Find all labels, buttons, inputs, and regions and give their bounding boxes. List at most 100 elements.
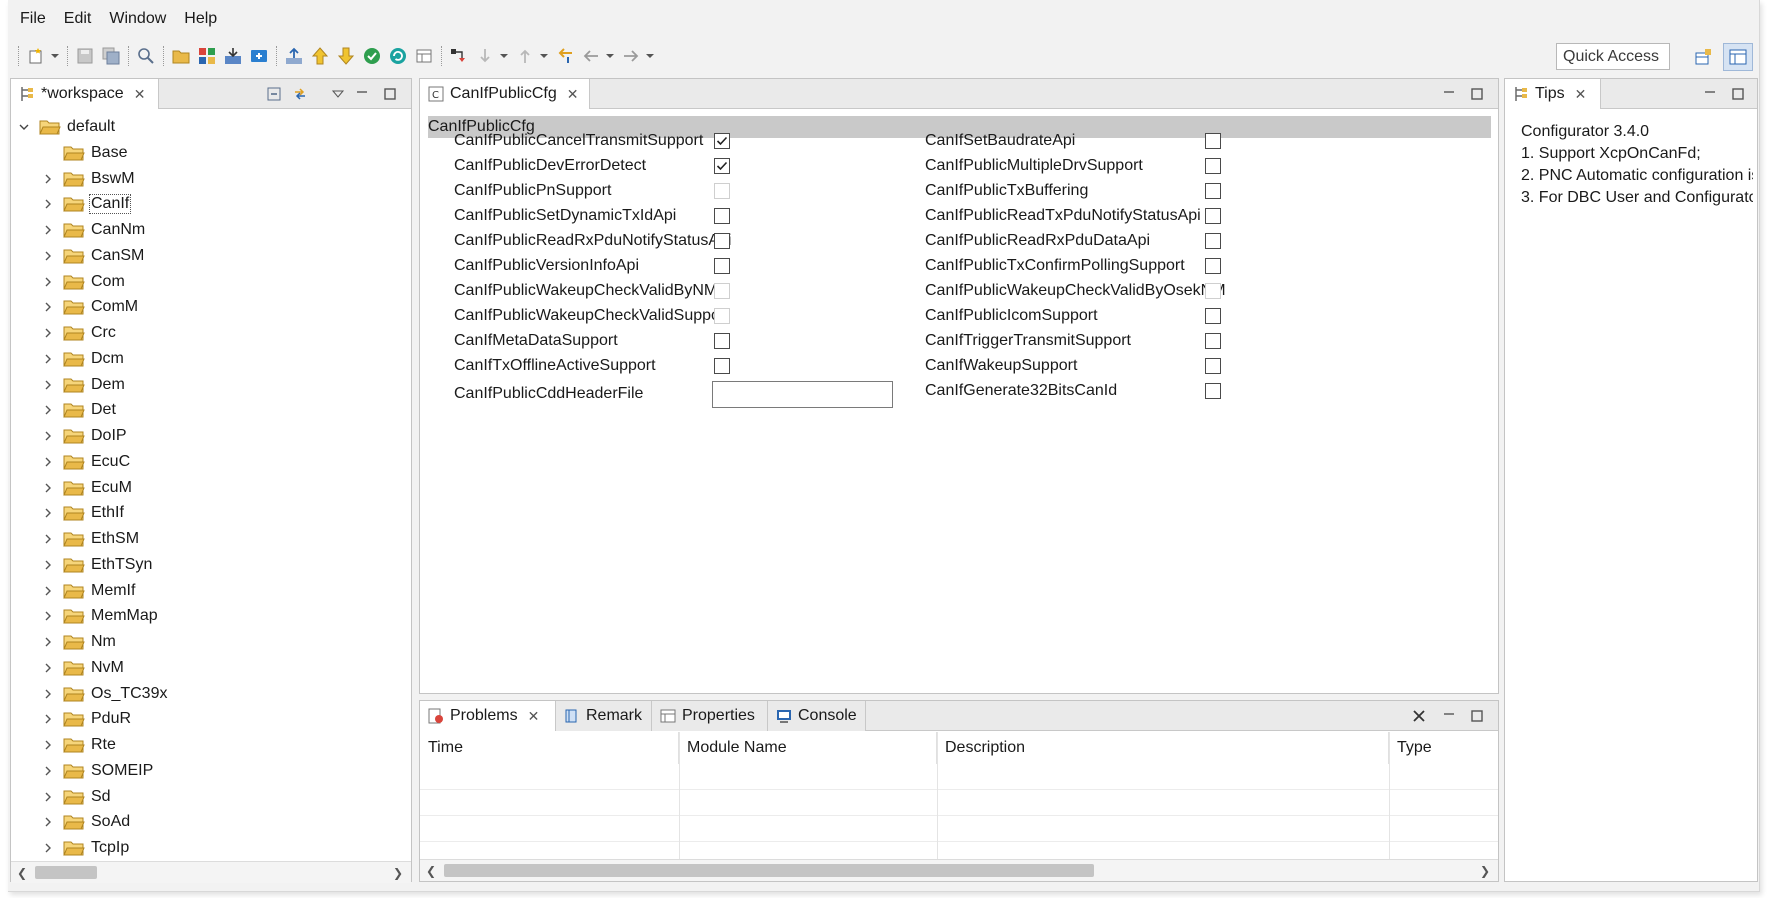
chevron-down-icon[interactable]: [498, 44, 510, 68]
tree-item[interactable]: Crc: [41, 320, 117, 346]
column-module-name[interactable]: Module Name: [679, 732, 937, 764]
tree-item[interactable]: EthSM: [41, 526, 140, 552]
validate-icon[interactable]: [360, 44, 384, 68]
tree-item[interactable]: Rte: [41, 732, 117, 758]
tree-item[interactable]: SoAd: [41, 809, 131, 835]
tab-canifpubliccfg[interactable]: C CanIfPublicCfg ✕: [420, 79, 590, 109]
param-checkbox[interactable]: [1205, 183, 1221, 199]
tree-item[interactable]: CanIf: [41, 191, 132, 217]
refresh-icon[interactable]: [386, 44, 410, 68]
maximize-icon[interactable]: [381, 85, 399, 103]
chevron-right-icon[interactable]: [41, 532, 55, 546]
param-checkbox[interactable]: [714, 333, 730, 349]
open-perspective-icon[interactable]: [1688, 43, 1718, 71]
tree-item[interactable]: ComM: [41, 294, 139, 320]
last-edit-icon[interactable]: [553, 44, 577, 68]
tree-item[interactable]: MemIf: [41, 578, 136, 604]
save-all-icon[interactable]: [99, 44, 123, 68]
workspace-horizontal-scrollbar[interactable]: ❮ ❯: [11, 861, 411, 883]
param-checkbox[interactable]: [1205, 383, 1221, 399]
close-icon[interactable]: ✕: [134, 86, 146, 103]
view-menu-icon[interactable]: [329, 85, 347, 103]
chevron-right-icon[interactable]: [41, 249, 55, 263]
tab-problems[interactable]: Problems ✕: [420, 701, 556, 731]
quick-access-input[interactable]: Quick Access: [1556, 43, 1670, 70]
scroll-left-icon[interactable]: ❮: [424, 863, 438, 879]
perspective-icon[interactable]: [1723, 43, 1753, 71]
scrollbar-thumb[interactable]: [35, 866, 97, 879]
chevron-right-icon[interactable]: [41, 712, 55, 726]
minimize-icon[interactable]: [1701, 85, 1719, 103]
param-checkbox[interactable]: [714, 233, 730, 249]
chevron-down-icon[interactable]: [538, 44, 550, 68]
tree-item[interactable]: Dem: [41, 372, 126, 398]
chevron-right-icon[interactable]: [41, 429, 55, 443]
tree-item[interactable]: NvM: [41, 655, 125, 681]
minimize-icon[interactable]: [1440, 85, 1458, 103]
scroll-right-icon[interactable]: ❯: [1478, 863, 1492, 879]
maximize-icon[interactable]: [1468, 85, 1486, 103]
chevron-down-icon[interactable]: [604, 44, 616, 68]
tree-item[interactable]: Dcm: [41, 346, 125, 372]
minimize-icon[interactable]: [1440, 707, 1458, 725]
scrollbar-thumb[interactable]: [444, 864, 1094, 877]
tree-item[interactable]: EcuM: [41, 475, 133, 501]
search-icon[interactable]: [134, 44, 158, 68]
table-row[interactable]: [420, 790, 1498, 816]
table-row[interactable]: [420, 764, 1498, 790]
menu-window[interactable]: Window: [107, 8, 168, 30]
param-checkbox[interactable]: [1205, 308, 1221, 324]
tree-item[interactable]: Os_TC39x: [41, 681, 168, 707]
param-checkbox[interactable]: [714, 258, 730, 274]
tree-item[interactable]: PduR: [41, 706, 132, 732]
link-with-editor-icon[interactable]: [291, 85, 309, 103]
chevron-right-icon[interactable]: [41, 609, 55, 623]
new-icon[interactable]: [24, 44, 48, 68]
clear-icon[interactable]: [1410, 707, 1428, 725]
tree-item[interactable]: EthTSyn: [41, 552, 153, 578]
chevron-right-icon[interactable]: [41, 841, 55, 855]
import-icon[interactable]: [221, 44, 245, 68]
tree-item[interactable]: Nm: [41, 629, 117, 655]
open-folder-icon[interactable]: [169, 44, 193, 68]
param-checkbox[interactable]: [1205, 158, 1221, 174]
chevron-right-icon[interactable]: [41, 172, 55, 186]
chevron-right-icon[interactable]: [41, 275, 55, 289]
maximize-icon[interactable]: [1729, 85, 1747, 103]
export-icon[interactable]: [282, 44, 306, 68]
minimize-icon[interactable]: [353, 85, 371, 103]
param-checkbox[interactable]: [714, 158, 730, 174]
chevron-right-icon[interactable]: [41, 558, 55, 572]
chevron-right-icon[interactable]: [41, 790, 55, 804]
param-checkbox[interactable]: [1205, 358, 1221, 374]
close-icon[interactable]: ✕: [567, 86, 579, 103]
add-icon[interactable]: [247, 44, 271, 68]
tree-item[interactable]: Sd: [41, 784, 112, 810]
chevron-right-icon[interactable]: [41, 455, 55, 469]
chevron-right-icon[interactable]: [41, 481, 55, 495]
tree-item[interactable]: EcuC: [41, 449, 131, 475]
chevron-right-icon[interactable]: [41, 378, 55, 392]
param-checkbox[interactable]: [1205, 208, 1221, 224]
modules-icon[interactable]: [195, 44, 219, 68]
arrow-up-icon[interactable]: [308, 44, 332, 68]
param-checkbox[interactable]: [1205, 333, 1221, 349]
chevron-right-icon[interactable]: [41, 661, 55, 675]
chevron-right-icon[interactable]: [41, 687, 55, 701]
chevron-right-icon[interactable]: [41, 815, 55, 829]
next-annotation-icon[interactable]: [447, 44, 471, 68]
column-description[interactable]: Description: [937, 732, 1389, 764]
tree-item[interactable]: DoIP: [41, 423, 128, 449]
problems-horizontal-scrollbar[interactable]: ❮ ❯: [420, 859, 1498, 881]
tab-workspace[interactable]: *workspace ✕: [11, 79, 159, 109]
param-checkbox[interactable]: [714, 133, 730, 149]
chevron-right-icon[interactable]: [41, 506, 55, 520]
scroll-right-icon[interactable]: ❯: [391, 865, 405, 881]
chevron-down-icon[interactable]: [17, 120, 31, 134]
down-disabled-icon[interactable]: [473, 44, 497, 68]
menu-file[interactable]: File: [18, 8, 48, 30]
cdd-header-file-input[interactable]: [712, 381, 893, 408]
menu-help[interactable]: Help: [182, 8, 219, 30]
arrow-down-icon[interactable]: [334, 44, 358, 68]
tree-item[interactable]: Com: [41, 269, 126, 295]
